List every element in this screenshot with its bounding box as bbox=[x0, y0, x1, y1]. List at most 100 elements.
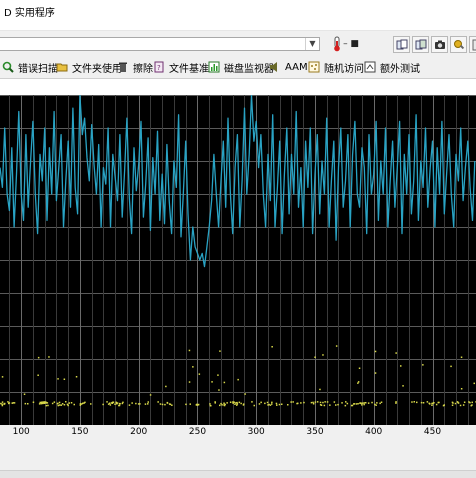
scatter-point bbox=[69, 402, 71, 404]
scatter-point bbox=[47, 405, 49, 407]
scatter-point bbox=[13, 402, 15, 404]
scatter-point bbox=[429, 403, 431, 405]
scatter-point bbox=[2, 405, 3, 407]
svg-text:?: ? bbox=[157, 64, 161, 72]
chart-canvas bbox=[0, 95, 476, 425]
feature-tabs: 错误扫描 文件夹使用 擦除 ? 文件基准 磁盘监视器 AAM 随机访问 bbox=[0, 57, 476, 79]
scatter-point bbox=[411, 401, 413, 403]
scatter-point bbox=[271, 403, 273, 405]
exit-icon[interactable] bbox=[469, 36, 476, 53]
scatter-point bbox=[357, 403, 359, 405]
scatter-point bbox=[313, 403, 315, 405]
scatter-point bbox=[185, 404, 187, 406]
tab-label: 磁盘监视器 bbox=[224, 60, 274, 75]
scatter-point bbox=[54, 401, 56, 403]
scatter-point bbox=[345, 401, 347, 403]
scatter-point bbox=[145, 403, 147, 405]
scatter-point bbox=[211, 381, 213, 383]
scatter-point bbox=[197, 404, 199, 406]
scatter-point bbox=[427, 401, 429, 403]
options-icon[interactable] bbox=[450, 36, 467, 53]
scatter-point bbox=[224, 382, 226, 384]
tab-extra-tests[interactable]: 额外测试 bbox=[364, 59, 420, 75]
benchmark-chart bbox=[0, 95, 476, 425]
scatter-point bbox=[110, 404, 112, 406]
tab-folder-usage[interactable]: 文件夹使用 bbox=[56, 59, 122, 75]
scatter-point bbox=[116, 402, 118, 404]
scatter-point bbox=[322, 354, 324, 356]
scatter-point bbox=[345, 405, 347, 407]
scatter-point bbox=[148, 401, 150, 403]
scatter-point bbox=[59, 404, 61, 406]
scatter-point bbox=[65, 401, 67, 403]
scatter-point bbox=[379, 403, 381, 405]
x-tick-label: 150 bbox=[71, 427, 88, 437]
scatter-point bbox=[64, 379, 66, 381]
camera-icon[interactable] bbox=[431, 36, 448, 53]
scatter-point bbox=[209, 403, 211, 405]
scatter-point bbox=[25, 403, 27, 405]
scatter-point bbox=[80, 404, 82, 406]
x-tick-label: 250 bbox=[189, 427, 206, 437]
device-toolbar: ▼ – ■ bbox=[0, 30, 476, 57]
scatter-point bbox=[230, 402, 232, 404]
scatter-point bbox=[461, 357, 463, 359]
tab-disk-monitor[interactable]: 磁盘监视器 bbox=[208, 59, 274, 75]
scatter-point bbox=[276, 404, 278, 406]
scatter-point bbox=[303, 402, 305, 404]
scatter-point bbox=[322, 402, 324, 404]
scatter-point bbox=[192, 366, 194, 368]
x-tick-label: 200 bbox=[130, 427, 147, 437]
copy-screenshot-icon[interactable] bbox=[412, 36, 429, 53]
scatter-point bbox=[436, 404, 438, 406]
scatter-point bbox=[106, 401, 108, 403]
scatter-point bbox=[4, 403, 5, 405]
random-access-icon bbox=[308, 61, 320, 73]
scatter-point bbox=[167, 402, 169, 404]
scatter-point bbox=[226, 402, 228, 404]
scatter-point bbox=[468, 401, 470, 403]
scatter-point bbox=[27, 403, 29, 405]
scatter-point bbox=[108, 403, 110, 405]
scatter-point bbox=[356, 403, 358, 405]
scatter-point bbox=[190, 403, 192, 405]
scatter-point bbox=[62, 403, 64, 405]
scatter-point bbox=[239, 402, 241, 404]
tab-random-access[interactable]: 随机访问 bbox=[308, 59, 364, 75]
scatter-point bbox=[422, 364, 424, 366]
scatter-point bbox=[219, 405, 221, 407]
x-tick-label: 350 bbox=[306, 427, 323, 437]
scatter-point bbox=[160, 403, 162, 405]
scatter-point bbox=[361, 404, 363, 406]
scatter-point bbox=[395, 352, 397, 354]
scatter-point bbox=[112, 403, 114, 405]
scatter-point bbox=[360, 402, 362, 404]
scatter-point bbox=[7, 401, 9, 403]
chevron-down-icon[interactable]: ▼ bbox=[305, 38, 319, 50]
scatter-point bbox=[335, 404, 337, 406]
scatter-point bbox=[371, 402, 373, 404]
trash-icon bbox=[117, 61, 129, 73]
scatter-point bbox=[464, 402, 466, 404]
scatter-point bbox=[264, 403, 266, 405]
tab-file-benchmark[interactable]: ? 文件基准 bbox=[153, 59, 209, 75]
scatter-point bbox=[129, 404, 131, 406]
scatter-point bbox=[39, 403, 41, 405]
scatter-point bbox=[363, 404, 365, 406]
speaker-icon bbox=[269, 61, 281, 73]
file-benchmark-icon: ? bbox=[153, 61, 165, 73]
scatter-point bbox=[376, 402, 378, 404]
scatter-point bbox=[259, 403, 261, 405]
tab-error-scan[interactable]: 错误扫描 bbox=[2, 59, 58, 75]
scatter-point bbox=[234, 404, 236, 406]
tab-label: 文件基准 bbox=[169, 60, 209, 75]
scatter-point bbox=[57, 378, 59, 380]
drive-select[interactable]: ▼ bbox=[0, 37, 320, 51]
scatter-point bbox=[219, 350, 221, 352]
scatter-point bbox=[199, 373, 201, 375]
scatter-point bbox=[237, 379, 239, 381]
tab-erase[interactable]: 擦除 bbox=[117, 59, 153, 75]
copy-info-icon[interactable] bbox=[393, 36, 410, 53]
scatter-point bbox=[164, 404, 166, 406]
tab-aam[interactable]: AAM bbox=[269, 59, 308, 75]
